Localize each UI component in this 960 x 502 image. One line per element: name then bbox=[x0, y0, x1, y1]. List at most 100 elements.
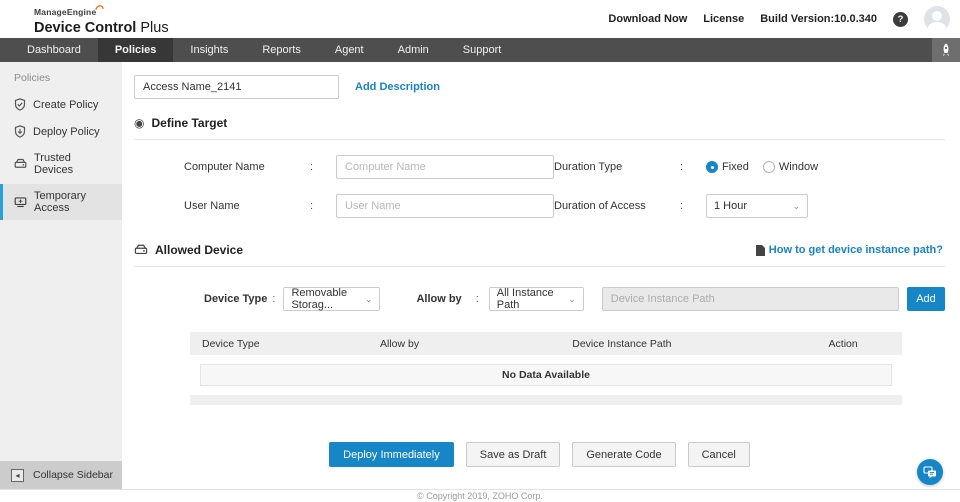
computer-name-label: Computer Name bbox=[184, 161, 265, 173]
sidebar-section-title: Policies bbox=[14, 72, 51, 84]
duration-of-access-label: Duration of Access bbox=[554, 200, 646, 212]
device-icon bbox=[14, 158, 27, 168]
generate-code-button[interactable]: Generate Code bbox=[572, 442, 676, 467]
help-icon[interactable]: ? bbox=[893, 11, 908, 27]
duration-type-radio-group: Fixed Window bbox=[706, 161, 818, 173]
radio-window[interactable]: Window bbox=[762, 161, 819, 173]
sidebar: Policies Create Policy Deploy Policy Tru… bbox=[0, 62, 122, 489]
logo-swoosh-icon bbox=[95, 4, 105, 10]
shield-check-icon bbox=[14, 98, 26, 111]
col-device-type: Device Type bbox=[202, 337, 260, 350]
sidebar-item-deploy-policy[interactable]: Deploy Policy bbox=[0, 119, 122, 144]
sidebar-item-label: Create Policy bbox=[33, 98, 99, 111]
colon: : bbox=[310, 161, 314, 173]
colon: : bbox=[310, 200, 314, 212]
no-data-row: No Data Available bbox=[200, 364, 892, 386]
body-wrapper: Policies Create Policy Deploy Policy Tru… bbox=[0, 62, 960, 489]
allowed-device-icon bbox=[134, 244, 148, 255]
allow-by-select[interactable]: All Instance Path ⌄ bbox=[488, 287, 584, 311]
license-link[interactable]: License bbox=[703, 13, 744, 25]
app-logo: ManageEngine Device Control Plus bbox=[34, 3, 169, 36]
chat-bubbles-icon bbox=[923, 465, 936, 478]
device-type-value: Removable Storag... bbox=[291, 287, 348, 311]
topbar-right: Download Now License Build Version:10.0.… bbox=[608, 6, 950, 32]
define-target-title: Define Target bbox=[151, 116, 228, 130]
sidebar-item-label: Deploy Policy bbox=[33, 125, 100, 138]
nav-tab-support[interactable]: Support bbox=[446, 38, 519, 62]
whats-new-button[interactable] bbox=[932, 38, 960, 62]
form-row-2: User Name : Duration of Access : 1 Hour … bbox=[134, 194, 945, 218]
access-name-input[interactable] bbox=[134, 75, 339, 99]
add-button[interactable]: Add bbox=[907, 287, 945, 311]
access-name-row: Add Description bbox=[134, 75, 945, 99]
product-title-bold: Device Control bbox=[34, 19, 137, 36]
colon: : bbox=[475, 293, 479, 305]
define-target-header: ◉ Define Target bbox=[134, 116, 945, 130]
nav-tab-reports[interactable]: Reports bbox=[245, 38, 318, 62]
computer-name-field: Computer Name : bbox=[134, 155, 554, 179]
app-window: ManageEngine Device Control Plus Downloa… bbox=[0, 0, 960, 502]
col-action: Action bbox=[828, 337, 858, 350]
collapse-sidebar-label: Collapse Sidebar bbox=[33, 469, 113, 481]
sidebar-item-create-policy[interactable]: Create Policy bbox=[0, 92, 122, 117]
duration-of-access-value: 1 Hour bbox=[714, 200, 748, 212]
nav-tab-insights[interactable]: Insights bbox=[173, 38, 245, 62]
duration-type-label: Duration Type bbox=[554, 161, 623, 173]
avatar-head bbox=[932, 11, 942, 21]
radio-fixed[interactable]: Fixed bbox=[706, 161, 749, 173]
user-name-field: User Name : bbox=[134, 194, 554, 218]
nav-tab-agent[interactable]: Agent bbox=[318, 38, 381, 62]
allowed-device-header: Allowed Device How to get device instanc… bbox=[134, 243, 945, 257]
colon: : bbox=[272, 293, 276, 305]
sidebar-item-temporary-access[interactable]: Temporary Access bbox=[0, 184, 122, 220]
nav-tab-admin[interactable]: Admin bbox=[381, 38, 446, 62]
main-content: Add Description ◉ Define Target Computer… bbox=[122, 62, 960, 489]
computer-name-input[interactable] bbox=[336, 155, 554, 179]
define-target-divider bbox=[134, 139, 945, 140]
deploy-immediately-button[interactable]: Deploy Immediately bbox=[329, 442, 454, 467]
device-instance-path-input[interactable] bbox=[601, 287, 899, 311]
how-to-get-path-label: How to get device instance path? bbox=[768, 244, 943, 256]
allowed-device-table: Device Type Allow by Device Instance Pat… bbox=[190, 332, 902, 405]
allowed-device-controls: Device Type : Removable Storag... ⌄ Allo… bbox=[134, 287, 945, 311]
allowed-device-title: Allowed Device bbox=[155, 243, 244, 257]
collapse-sidebar-button[interactable]: ◂ Collapse Sidebar bbox=[0, 461, 122, 489]
download-now-link[interactable]: Download Now bbox=[608, 13, 687, 25]
nav-tab-policies[interactable]: Policies bbox=[97, 38, 174, 62]
define-target-form: Computer Name : Duration Type : Fixed bbox=[134, 155, 945, 218]
form-actions: Deploy Immediately Save as Draft Generat… bbox=[134, 442, 945, 467]
user-avatar[interactable] bbox=[924, 6, 950, 32]
sidebar-item-trusted-devices[interactable]: Trusted Devices bbox=[0, 146, 122, 182]
target-icon: ◉ bbox=[134, 116, 145, 130]
shield-deploy-icon bbox=[14, 125, 26, 138]
form-row-1: Computer Name : Duration Type : Fixed bbox=[134, 155, 945, 179]
how-to-get-path-link[interactable]: How to get device instance path? bbox=[755, 244, 943, 256]
radio-window-label: Window bbox=[778, 161, 819, 173]
main-nav: Dashboard Policies Insights Reports Agen… bbox=[0, 38, 960, 62]
live-chat-button[interactable] bbox=[917, 459, 943, 485]
table-body: No Data Available bbox=[190, 355, 902, 395]
add-description-link[interactable]: Add Description bbox=[355, 81, 440, 93]
radio-fixed-control[interactable] bbox=[706, 161, 718, 173]
avatar-torso bbox=[928, 22, 946, 32]
allowed-device-divider bbox=[134, 266, 945, 267]
radio-fixed-label: Fixed bbox=[722, 161, 749, 173]
save-as-draft-button[interactable]: Save as Draft bbox=[465, 442, 561, 467]
allow-by-value: All Instance Path bbox=[496, 287, 554, 311]
collapse-arrow-icon: ◂ bbox=[11, 468, 24, 482]
copyright-text: © Copyright 2019, ZOHO Corp. bbox=[417, 491, 543, 501]
document-icon bbox=[755, 244, 765, 256]
top-header: ManageEngine Device Control Plus Downloa… bbox=[0, 0, 960, 38]
user-name-input[interactable] bbox=[336, 194, 554, 218]
device-type-label: Device Type bbox=[204, 293, 268, 305]
duration-of-access-field: Duration of Access : 1 Hour ⌄ bbox=[554, 194, 808, 218]
duration-of-access-select[interactable]: 1 Hour ⌄ bbox=[706, 194, 808, 218]
radio-window-control[interactable] bbox=[762, 161, 775, 173]
cancel-button[interactable]: Cancel bbox=[687, 442, 750, 467]
sidebar-item-label: Temporary Access bbox=[34, 190, 86, 214]
chevron-down-icon: ⌄ bbox=[364, 293, 373, 304]
device-type-select[interactable]: Removable Storag... ⌄ bbox=[283, 287, 381, 311]
allow-by-label: Allow by bbox=[416, 293, 462, 305]
nav-tab-dashboard[interactable]: Dashboard bbox=[10, 38, 98, 62]
